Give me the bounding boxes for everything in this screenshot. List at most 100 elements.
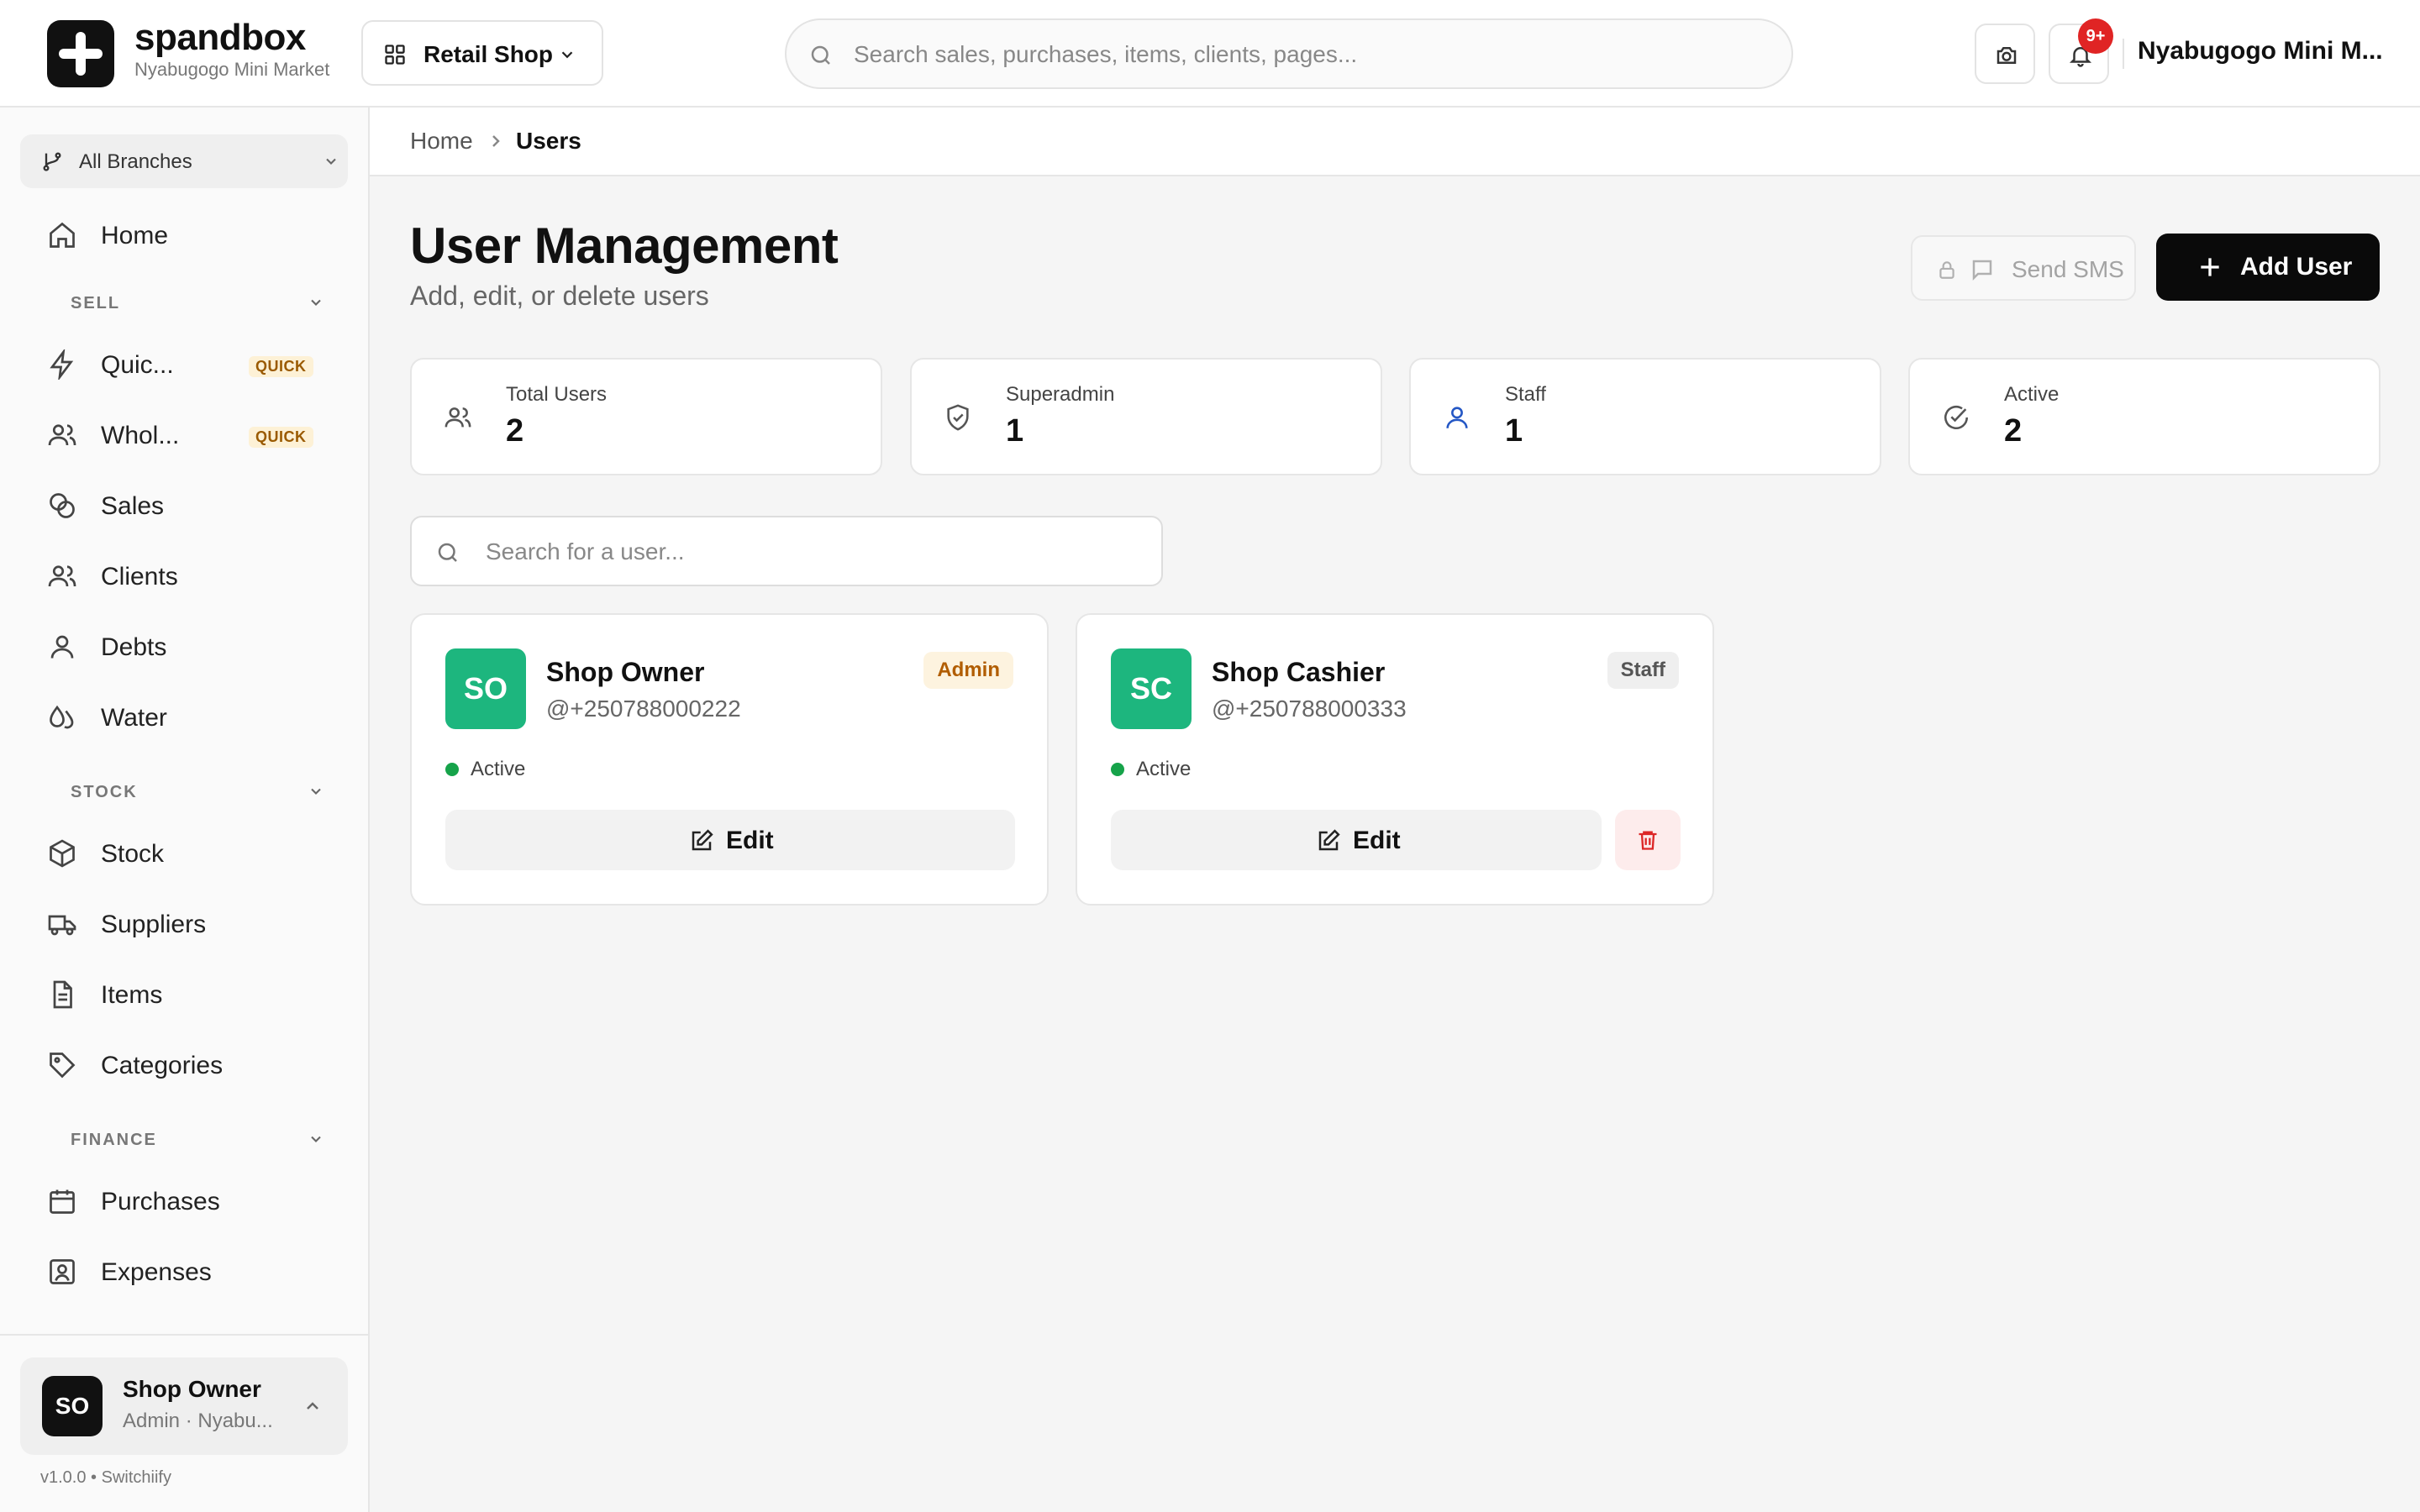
truck-icon — [47, 909, 77, 939]
breadcrumb-home[interactable]: Home — [410, 128, 473, 155]
sidebar-item-label: Suppliers — [101, 911, 207, 938]
check-circle-icon — [1942, 403, 1970, 432]
sidebar-item-stock[interactable]: Stock — [47, 828, 333, 879]
sidebar-item-water[interactable]: Water — [47, 692, 333, 743]
user-handle: @+250788000333 — [1212, 696, 1407, 722]
camera-button[interactable] — [1975, 24, 2035, 84]
sidebar-item-quick-sale[interactable]: Quic... QUICK — [47, 339, 333, 390]
chevron-down-icon[interactable] — [308, 783, 324, 800]
trash-icon — [1636, 828, 1660, 852]
chevron-down-icon — [323, 153, 339, 170]
stat-card-superadmin: Superadmin 1 — [910, 358, 1382, 475]
current-user-card[interactable]: SO Shop Owner Admin · Nyabu... — [20, 1357, 348, 1455]
search-icon — [808, 43, 834, 68]
sidebar-item-sales[interactable]: Sales — [47, 480, 333, 531]
shield-check-icon — [944, 403, 972, 432]
calendar-icon — [47, 1186, 77, 1216]
sidebar-item-clients[interactable]: Clients — [47, 551, 333, 601]
chevron-down-icon[interactable] — [308, 1131, 324, 1147]
avatar: SC — [1111, 648, 1192, 729]
sidebar-item-label: Purchases — [101, 1188, 220, 1215]
branch-selector-label: All Branches — [79, 150, 192, 173]
add-user-button[interactable]: Add User — [2156, 234, 2380, 301]
sidebar: All Branches Home SELL Quic... QUICK Who… — [0, 108, 370, 1512]
breadcrumb: Home Users — [370, 108, 2420, 176]
sidebar-item-label: Expenses — [101, 1258, 212, 1286]
edit-icon — [689, 828, 714, 853]
sidebar-item-purchases[interactable]: Purchases — [47, 1176, 333, 1226]
sidebar-item-label: Whol... — [101, 422, 180, 449]
edit-user-button[interactable]: Edit — [1111, 810, 1602, 870]
notification-badge: 9+ — [2078, 18, 2113, 54]
sidebar-item-label: Debts — [101, 633, 167, 661]
account-name[interactable]: Nyabugogo Mini M... — [2138, 37, 2383, 66]
sidebar-item-suppliers[interactable]: Suppliers — [47, 899, 333, 949]
shop-selector-label: Retail Shop — [424, 41, 554, 67]
delete-user-button[interactable] — [1615, 810, 1681, 870]
section-header-sell: SELL — [71, 294, 121, 312]
current-user-role: Admin · Nyabu... — [123, 1410, 273, 1432]
sidebar-item-wholesale[interactable]: Whol... QUICK — [47, 410, 333, 460]
branch-selector[interactable]: All Branches — [20, 134, 348, 188]
quick-badge: QUICK — [249, 356, 313, 377]
sidebar-item-label: Clients — [101, 563, 178, 591]
brand-logo[interactable] — [47, 20, 114, 87]
stat-label: Active — [2004, 383, 2060, 406]
users-icon — [47, 561, 77, 591]
chevron-down-icon[interactable] — [308, 294, 324, 311]
users-icon — [47, 420, 77, 450]
role-badge: Admin — [923, 652, 1013, 689]
stat-card-total-users: Total Users 2 — [410, 358, 882, 475]
stat-value: 1 — [1505, 413, 1523, 449]
lock-icon — [1936, 259, 1958, 281]
users-icon — [444, 403, 472, 432]
global-search[interactable] — [785, 18, 1793, 89]
section-header-stock: STOCK — [71, 783, 138, 801]
sidebar-item-label: Items — [101, 981, 163, 1009]
git-branch-icon — [40, 150, 64, 173]
plus-icon — [2196, 254, 2223, 281]
user-handle: @+250788000222 — [546, 696, 741, 722]
user-search-input[interactable] — [486, 533, 1141, 571]
edit-icon — [1316, 828, 1341, 853]
page-title: User Management — [410, 218, 839, 274]
status-dot — [445, 763, 459, 776]
breadcrumb-current: Users — [516, 128, 581, 154]
global-search-input[interactable] — [854, 35, 1761, 74]
app-version: v1.0.0 • Switchiify — [40, 1468, 171, 1487]
user-search[interactable] — [410, 516, 1163, 586]
stat-card-active: Active 2 — [1908, 358, 2381, 475]
tag-icon — [47, 1050, 77, 1080]
sidebar-item-label: Categories — [101, 1052, 224, 1079]
brand-name: spandbox — [134, 17, 306, 58]
user-icon — [1443, 403, 1471, 432]
sidebar-divider — [0, 1334, 368, 1336]
role-badge: Staff — [1607, 652, 1679, 689]
sidebar-item-debts[interactable]: Debts — [47, 622, 333, 672]
document-icon — [47, 979, 77, 1010]
section-header-finance: FINANCE — [71, 1131, 157, 1149]
page-subtitle: Add, edit, or delete users — [410, 281, 709, 311]
user-card: SO Shop Owner @+250788000222 Admin Activ… — [410, 613, 1049, 906]
stat-label: Superadmin — [1006, 383, 1115, 406]
user-icon — [47, 632, 77, 662]
coins-icon — [47, 491, 77, 521]
home-icon — [47, 220, 77, 250]
stat-value: 2 — [2004, 413, 2023, 449]
sidebar-item-label: Sales — [101, 492, 165, 520]
sidebar-item-label: Stock — [101, 840, 165, 868]
user-status: Active — [471, 758, 526, 780]
stat-value: 2 — [506, 413, 524, 449]
shop-selector[interactable]: Retail Shop — [361, 20, 603, 86]
user-name: Shop Cashier — [1212, 657, 1386, 687]
search-icon — [435, 540, 460, 565]
receipt-icon — [47, 1257, 77, 1287]
sidebar-item-categories[interactable]: Categories — [47, 1040, 333, 1090]
sidebar-item-home[interactable]: Home — [47, 210, 333, 260]
sidebar-item-expenses[interactable]: Expenses — [47, 1247, 333, 1297]
edit-user-button[interactable]: Edit — [445, 810, 1015, 870]
sidebar-item-items[interactable]: Items — [47, 969, 333, 1020]
send-sms-label: Send SMS — [2012, 256, 2124, 282]
user-status: Active — [1136, 758, 1192, 780]
send-sms-button[interactable]: Send SMS — [1911, 235, 2136, 301]
